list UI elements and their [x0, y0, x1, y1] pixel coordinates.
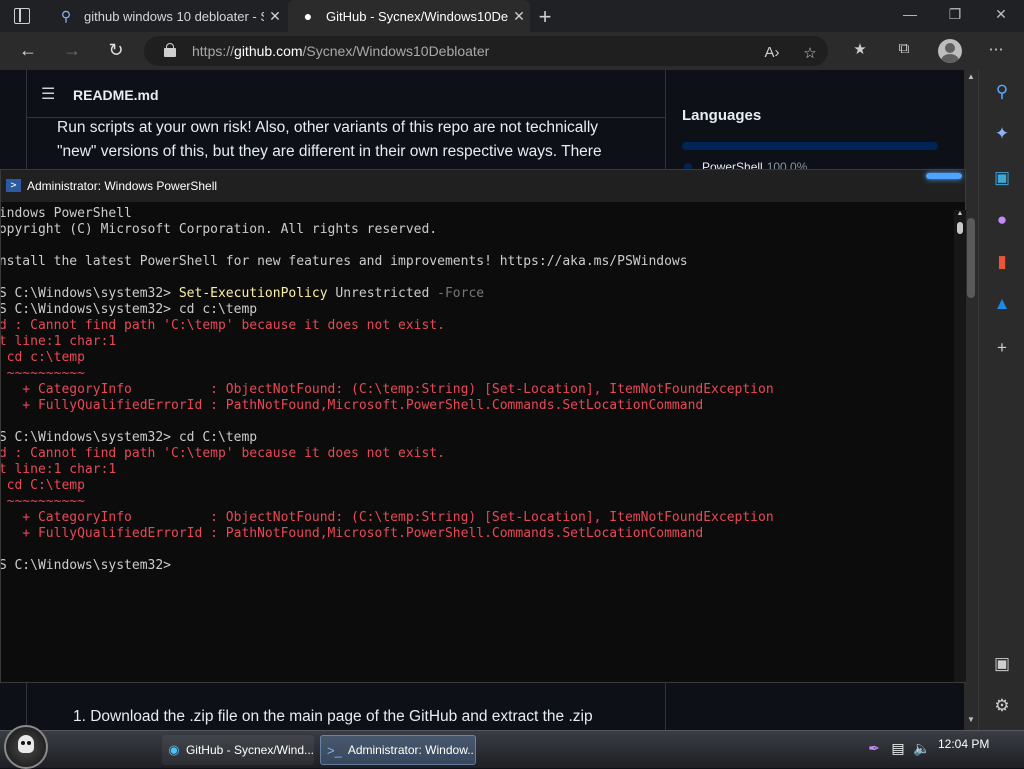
close-tab-icon[interactable]: ✕	[264, 8, 286, 25]
sidebar-layout-icon[interactable]: ▣	[979, 654, 1024, 674]
console-line: PS C:\Windows\system32> Set-ExecutionPol…	[1, 286, 484, 302]
powershell-icon: >	[6, 179, 21, 192]
people-icon[interactable]: ●	[979, 210, 1024, 230]
tab-github[interactable]: ● GitHub - Sycnex/Windows10Deb ✕	[288, 0, 530, 32]
github-icon: ●	[303, 8, 313, 24]
collections-icon[interactable]: ⧉	[892, 40, 916, 57]
console-scrollbar[interactable]: ▲	[954, 210, 966, 682]
languages-title: Languages	[682, 107, 762, 124]
clock[interactable]: 12:04 PM	[938, 737, 989, 751]
console-line: + CategoryInfo : ObjectNotFound: (C:\tem…	[1, 510, 774, 525]
edge-icon: ◉	[168, 742, 180, 757]
console-line: At line:1 char:1	[1, 462, 117, 477]
tab-actions-icon[interactable]	[14, 8, 30, 24]
console-line: + FullyQualifiedErrorId : PathNotFound,M…	[1, 398, 704, 413]
taskbar-button-label: GitHub - Sycnex/Wind...	[185, 743, 314, 757]
console-prompt: PS C:\Windows\system32>	[1, 430, 179, 445]
volume-muted-icon[interactable]: 🔈	[912, 740, 932, 757]
console-line: Windows PowerShell	[1, 206, 132, 221]
star-add-icon[interactable]: ☆	[798, 44, 822, 62]
close-tab-icon[interactable]: ✕	[508, 8, 530, 25]
tab-search[interactable]: ⚲ github windows 10 debloater - S ✕	[46, 0, 286, 32]
refresh-icon[interactable]: ↻	[104, 40, 128, 61]
search-icon[interactable]: ⚲	[979, 82, 1024, 102]
scroll-down-icon[interactable]: ▼	[965, 715, 977, 724]
taskbar-powershell-button[interactable]: >_ Administrator: Window...	[320, 735, 476, 765]
close-window-button[interactable]: ✕	[991, 6, 1011, 23]
taskbar-button-label: Administrator: Window...	[347, 743, 476, 757]
profile-avatar[interactable]	[938, 39, 962, 63]
lock-icon[interactable]	[164, 43, 176, 57]
powershell-icon: >_	[327, 742, 342, 758]
browser-tabbar: ⚲ github windows 10 debloater - S ✕ ● Gi…	[0, 0, 1024, 32]
console-line: + ~~~~~~~~~~	[6, 366, 85, 381]
start-button[interactable]	[4, 725, 48, 769]
console-line: cd : Cannot find path 'C:\temp' because …	[1, 318, 445, 333]
favorites-icon[interactable]: ★	[848, 40, 872, 58]
console-prompt: PS C:\Windows\system32>	[1, 286, 179, 301]
search-icon: ⚲	[60, 7, 72, 24]
scroll-up-icon[interactable]: ▲	[965, 72, 977, 81]
network-icon[interactable]: ▤	[888, 740, 908, 757]
window-glow	[926, 173, 962, 179]
console-line: + CategoryInfo : ObjectNotFound: (C:\tem…	[1, 382, 774, 397]
console-line: + cd C:\temp	[6, 478, 85, 493]
scroll-thumb[interactable]	[957, 222, 963, 234]
powershell-title: Administrator: Windows PowerShell	[27, 179, 218, 193]
address-input[interactable]: https://github.com/Sycnex/Windows10Deblo…	[144, 36, 828, 66]
console-line: + ~~~~~~~~~~	[6, 494, 85, 509]
arrow-right-icon[interactable]: →	[60, 40, 84, 61]
console-line: + cd c:\temp	[6, 350, 85, 365]
console-prompt: PS C:\Windows\system32>	[1, 558, 179, 573]
console-line: PS C:\Windows\system32> cd C:\temp	[1, 430, 257, 446]
add-icon[interactable]: +	[979, 338, 1024, 358]
powershell-window[interactable]: > Administrator: Windows PowerShell Wind…	[0, 169, 966, 683]
tab-label: github windows 10 debloater - S	[84, 8, 264, 24]
console-line: Copyright (C) Microsoft Corporation. All…	[1, 222, 438, 237]
console-line: + FullyQualifiedErrorId : PathNotFound,M…	[1, 526, 704, 541]
console-argument: cd c:\temp	[178, 302, 258, 317]
outlook-icon[interactable]: ▲	[979, 294, 1024, 314]
arrow-left-icon[interactable]: ←	[16, 40, 40, 61]
toolbox-icon[interactable]: ▣	[979, 168, 1024, 188]
readme-paragraph: Run scripts at your own risk! Also, othe…	[57, 119, 602, 160]
more-icon[interactable]: ⋯	[984, 40, 1008, 58]
new-tab-button[interactable]: +	[534, 4, 556, 30]
edge-sidebar: ⚲ ✦ ▣ ● ▮ ▲ + ▣ ⚙	[978, 70, 1024, 730]
gear-icon[interactable]: ⚙	[979, 696, 1024, 716]
scroll-thumb[interactable]	[967, 218, 975, 298]
console-prompt: PS C:\Windows\system32>	[1, 302, 179, 317]
console-line: PS C:\Windows\system32> cd c:\temp	[1, 302, 257, 318]
console-argument: Unrestricted	[327, 286, 430, 301]
console-flag: -Force	[429, 286, 485, 301]
read-aloud-icon[interactable]: A›	[760, 44, 784, 61]
minimize-button[interactable]: —	[900, 6, 920, 22]
scroll-up-icon[interactable]: ▲	[954, 210, 966, 217]
readme-header: ☰ README.md	[27, 70, 665, 118]
console-line: Install the latest PowerShell for new fe…	[1, 254, 688, 269]
office-icon[interactable]: ▮	[979, 252, 1024, 272]
restore-button[interactable]: ❐	[945, 6, 965, 23]
pen-icon[interactable]: ✒	[864, 740, 884, 757]
taskbar-edge-button[interactable]: ◉ GitHub - Sycnex/Wind...	[162, 735, 314, 765]
console-line: PS C:\Windows\system32>	[1, 558, 179, 574]
url-text: https://github.com/Sycnex/Windows10Deblo…	[192, 43, 490, 59]
page-scrollbar[interactable]: ▲ ▼	[964, 70, 978, 730]
address-toolbar: ← → ↻ https://github.com/Sycnex/Windows1…	[0, 32, 1024, 70]
powershell-titlebar[interactable]: > Administrator: Windows PowerShell	[1, 170, 965, 202]
tab-label: GitHub - Sycnex/Windows10Deb	[326, 8, 508, 24]
copilot-icon[interactable]: ✦	[979, 124, 1024, 144]
skull-icon	[18, 735, 34, 753]
readme-title: README.md	[73, 87, 159, 103]
console-command: Set-ExecutionPolicy	[178, 286, 328, 301]
list-icon[interactable]: ☰	[41, 84, 55, 104]
console-argument: cd C:\temp	[178, 430, 258, 445]
step-one-text: 1. Download the .zip file on the main pa…	[73, 708, 593, 725]
console-line: cd : Cannot find path 'C:\temp' because …	[1, 446, 445, 461]
powershell-console[interactable]: Windows PowerShell Copyright (C) Microsof…	[1, 202, 953, 682]
languages-bar	[682, 142, 938, 150]
console-line: At line:1 char:1	[1, 334, 117, 349]
taskbar: ◉ GitHub - Sycnex/Wind... >_ Administrat…	[0, 725, 1024, 769]
